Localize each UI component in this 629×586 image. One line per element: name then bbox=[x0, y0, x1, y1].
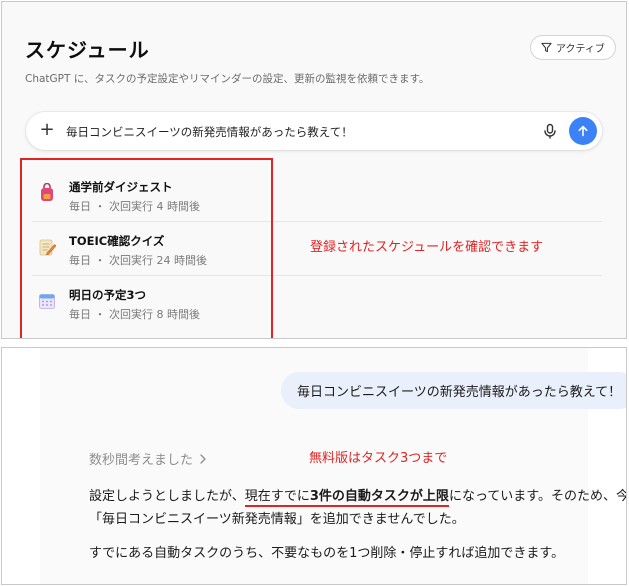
chat-area: 毎日コンビニスイーツの新発売情報があったら教えて！ 数秒間考えました 無料版はタ… bbox=[40, 348, 626, 584]
reply-emphasis: 現在すでに3件の自動タスクが上限 bbox=[244, 489, 449, 507]
filter-icon bbox=[541, 42, 552, 53]
page-title: スケジュール bbox=[25, 38, 150, 62]
microphone-icon[interactable] bbox=[542, 123, 558, 139]
page-subtitle: ChatGPT に、タスクの予定設定やリマインダーの設定、更新の監視を依頼できま… bbox=[25, 73, 430, 85]
annotation-schedule: 登録されたスケジュールを確認できます bbox=[310, 240, 544, 255]
assistant-reply: 設定しようとしましたが、現在すでに3件の自動タスクが上限になっています。そのため… bbox=[89, 485, 626, 565]
thought-toggle[interactable]: 数秒間考えました bbox=[89, 449, 207, 468]
send-arrow-icon bbox=[578, 125, 588, 137]
reply-bold-limit: 3件の自動タスクが上限 bbox=[309, 489, 449, 504]
chevron-right-icon bbox=[200, 453, 206, 464]
reply-line-2: 「毎日コンビニスイーツ新発売情報」を追加できませんでした。 bbox=[89, 512, 465, 527]
schedule-composer[interactable]: + 毎日コンビニスイーツの新発売情報があったら教えて！ bbox=[26, 112, 602, 150]
reply-line-1: 設定しようとしましたが、現在すでに3件の自動タスクが上限になっています。そのため… bbox=[89, 485, 626, 508]
reply-line-3: すでにある自動タスクのうち、不要なものを1つ削除・停止すれば追加できます。 bbox=[89, 546, 565, 561]
highlight-frame bbox=[20, 158, 273, 338]
thought-label: 数秒間考えました bbox=[89, 453, 194, 468]
schedule-panel: スケジュール アクティブ ChatGPT に、タスクの予定設定やリマインダーの設… bbox=[1, 1, 627, 339]
filter-label: アクティブ bbox=[556, 44, 605, 55]
plus-icon[interactable]: + bbox=[38, 120, 56, 140]
annotation-limit: 無料版はタスク3つまで bbox=[309, 451, 448, 466]
user-message-bubble: 毎日コンビニスイーツの新発売情報があったら教えて！ bbox=[281, 372, 626, 409]
filter-active-button[interactable]: アクティブ bbox=[530, 35, 616, 60]
reply-text: 設定しようとしましたが、 bbox=[89, 489, 245, 504]
reply-text: になっています。そのため、今回の bbox=[448, 489, 627, 504]
reply-text: 現在すでに bbox=[244, 489, 310, 504]
chat-panel: 毎日コンビニスイーツの新発売情報があったら教えて！ 数秒間考えました 無料版はタ… bbox=[1, 347, 627, 585]
send-button[interactable] bbox=[569, 117, 597, 145]
composer-input[interactable]: 毎日コンビニスイーツの新発売情報があったら教えて！ bbox=[66, 124, 353, 140]
